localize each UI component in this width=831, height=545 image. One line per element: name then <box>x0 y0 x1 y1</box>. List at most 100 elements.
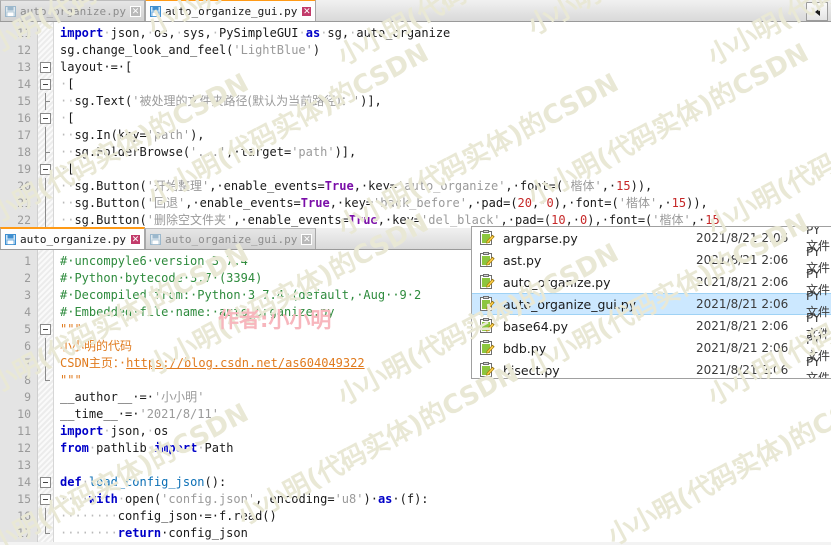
line-number: 8 <box>24 373 31 387</box>
fold-marker <box>38 127 53 144</box>
fold-marker[interactable] <box>38 59 53 76</box>
fold-marker <box>38 178 53 195</box>
line-number: 12 <box>17 43 31 57</box>
line-number: 15 <box>17 94 31 108</box>
file-row[interactable]: auto_organize.py 2021/8/21 2:06 PY 文件 <box>472 267 831 297</box>
file-row[interactable]: bisect.py 2021/8/21 2:06 PY 文件 <box>472 355 831 378</box>
code-line: ····with·open('config.json',·encoding='u… <box>60 492 429 506</box>
code-line: __author__·=·'小小明' <box>60 390 205 404</box>
tab-auto-organize-py[interactable]: auto_organize.py ✕ <box>0 0 145 21</box>
py-file-icon <box>480 340 495 355</box>
file-row[interactable]: base64.py 2021/8/21 2:06 PY 文件 <box>472 311 831 341</box>
tab-close-icon[interactable]: ✕ <box>129 233 141 245</box>
tab-close-icon[interactable]: ✕ <box>301 5 313 17</box>
file-row[interactable]: auto_organize_gui.py 2021/8/21 2:06 PY 文件 <box>472 289 831 319</box>
code-line: ··sg.Text('被处理的文件夹路径(默认为当前路径)：')], <box>60 94 382 108</box>
tab-close-icon[interactable]: ✕ <box>129 5 141 17</box>
line-number: 14 <box>17 475 31 489</box>
file-date: 2021/8/21 2:06 <box>696 341 789 355</box>
code-line: __time__·=·'2021/8/11' <box>60 407 219 421</box>
screenshot-root: auto_organize.py ✕ auto_organize_gui.py ✕ 1… <box>0 0 831 545</box>
file-type: PY 文件 <box>806 354 831 379</box>
code-line: import·json,·os,·sys,·PySimpleGUI·as·sg,… <box>60 26 451 40</box>
py-file-icon <box>480 318 495 333</box>
file-date: 2021/8/21 2:06 <box>696 319 789 333</box>
tab-auto-organize-py[interactable]: auto_organize.py ✕ <box>0 227 145 249</box>
file-name-cell: auto_organize_gui.py <box>480 296 696 312</box>
file-name-cell: auto_organize.py <box>480 274 696 290</box>
fold-marker[interactable] <box>38 491 53 508</box>
file-row[interactable]: argparse.py 2021/8/21 2:06 PY 文件 <box>472 227 831 253</box>
fold-marker <box>38 440 53 457</box>
file-row[interactable]: bdb.py 2021/8/21 2:06 PY 文件 <box>472 333 831 363</box>
code-line: ··sg.FolderBrowse('...',·target='path')]… <box>60 145 357 159</box>
fold-marker[interactable] <box>38 161 53 178</box>
line-number: 16 <box>17 111 31 125</box>
file-name: base64.py <box>503 318 569 334</box>
code-line: ··sg.Button('回退',·enable_events=True,·ke… <box>60 196 708 210</box>
line-number: 19 <box>17 162 31 176</box>
line-number: 20 <box>17 179 31 193</box>
fold-marker <box>38 355 53 372</box>
code-fold-column-top[interactable] <box>38 22 54 228</box>
file-list[interactable]: argparse.py 2021/8/21 2:06 PY 文件 ast.py 2021… <box>472 227 831 378</box>
code-line: ········config_json·=·f.read() <box>60 509 277 523</box>
line-number: 11 <box>17 26 31 40</box>
fold-marker <box>38 423 53 440</box>
save-disk-icon <box>5 5 16 17</box>
fold-marker <box>38 93 53 110</box>
line-number: 17 <box>17 128 31 142</box>
fold-marker <box>38 212 53 228</box>
fold-marker[interactable] <box>38 321 53 338</box>
fold-marker <box>38 270 53 287</box>
fold-marker <box>38 287 53 304</box>
fold-marker <box>38 42 53 59</box>
tab-auto-organize-gui-py[interactable]: auto_organize_gui.py ✕ <box>144 0 317 21</box>
line-number: 22 <box>17 213 31 227</box>
line-number: 10 <box>17 407 31 421</box>
fold-marker[interactable] <box>38 76 53 93</box>
line-number: 12 <box>17 441 31 455</box>
code-text-top[interactable]: import·json,·os,·sys,·PySimpleGUI·as·sg,… <box>54 22 831 228</box>
code-line: ········return·config_json <box>60 526 248 540</box>
fold-marker <box>38 372 53 389</box>
tab-label: auto_organize.py <box>20 232 126 246</box>
line-number: 14 <box>17 77 31 91</box>
file-explorer-panel[interactable]: argparse.py 2021/8/21 2:06 PY 文件 ast.py 2021… <box>471 226 831 379</box>
editor-window-top: auto_organize.py ✕ auto_organize_gui.py ✕ 1… <box>0 0 831 228</box>
file-name: ast.py <box>503 252 542 268</box>
fold-marker <box>38 25 53 42</box>
line-number: 6 <box>24 339 31 353</box>
line-number: 2 <box>24 271 31 285</box>
line-number: 13 <box>17 458 31 472</box>
tab-label: auto_organize_gui.py <box>164 232 298 246</box>
code-fold-column-bottom[interactable] <box>38 250 54 544</box>
code-line: import·json,·os <box>60 424 169 438</box>
line-number: 17 <box>17 526 31 540</box>
file-date: 2021/8/21 2:06 <box>696 275 789 289</box>
fold-marker[interactable] <box>38 474 53 491</box>
scroll-left-arrow-icon <box>814 7 820 16</box>
code-line: ··sg.In(key='path'), <box>60 128 205 142</box>
tab-label: auto_organize.py <box>20 4 126 18</box>
line-number: 1 <box>24 254 31 268</box>
code-editor-top[interactable]: 11 12 13 14 15 16 17 18 19 20 21 22 import·json,·os… <box>0 22 831 228</box>
line-number: 9 <box>24 390 31 404</box>
file-date: 2021/8/21 2:06 <box>696 363 789 377</box>
fold-marker <box>38 457 53 474</box>
tab-auto-organize-gui-py[interactable]: auto_organize_gui.py ✕ <box>144 228 317 249</box>
py-file-icon <box>480 252 495 267</box>
fold-marker[interactable] <box>38 110 53 127</box>
file-date: 2021/8/21 2:06 <box>696 253 789 267</box>
code-line: sg.change_look_and_feel('LightBlue') <box>60 43 321 57</box>
py-file-icon <box>480 296 495 311</box>
code-line: ·[ <box>60 162 75 176</box>
code-line: layout·=·[ <box>60 60 133 74</box>
tab-bar-filler <box>316 0 831 21</box>
tab-label: auto_organize_gui.py <box>164 4 298 18</box>
tab-scroll-left-button[interactable] <box>806 2 828 21</box>
save-disk-icon <box>149 233 161 245</box>
tab-close-icon[interactable]: ✕ <box>301 233 313 245</box>
file-row[interactable]: ast.py 2021/8/21 2:06 PY 文件 <box>472 245 831 275</box>
